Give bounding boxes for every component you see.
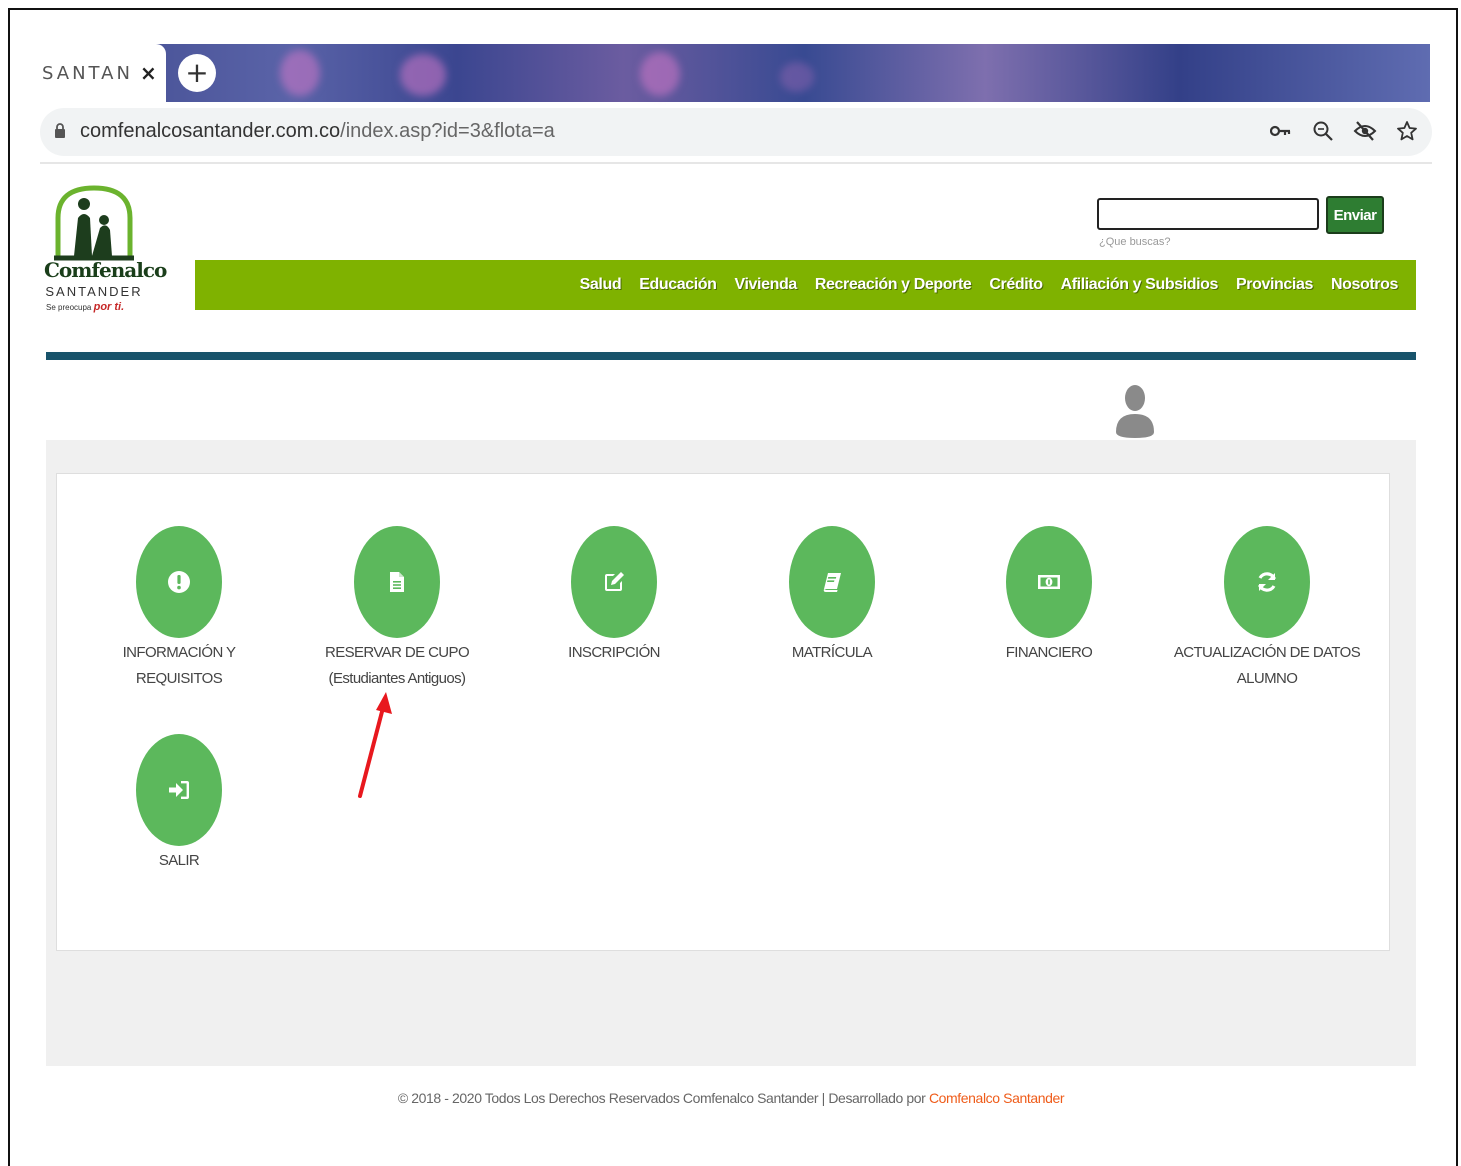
- search-submit-button[interactable]: Enviar: [1326, 196, 1384, 234]
- browser-tab-title: SANTANDER: [42, 62, 130, 84]
- menu-label-line1: ACTUALIZACIÓN DE DATOS: [1173, 644, 1361, 661]
- background-decoration: [280, 50, 320, 96]
- new-tab-button[interactable]: +: [178, 54, 216, 92]
- menu-label-line2: ALUMNO: [1236, 670, 1298, 687]
- menu-label-line1: SALIR: [158, 852, 200, 869]
- tracking-blocked-icon[interactable]: [1352, 118, 1378, 144]
- menu-item-reservar-cupo[interactable]: RESERVAR DE CUPO (Estudiantes Antiguos): [297, 526, 497, 692]
- background-decoration: [780, 62, 814, 92]
- header-divider: [46, 352, 1416, 360]
- logo-sub: SANTANDER: [45, 284, 143, 299]
- menu-item-icon-circle[interactable]: [136, 734, 222, 846]
- logo-tag-prefix: Se preocupa: [46, 303, 92, 312]
- menu-label-line1: INSCRIPCIÓN: [568, 644, 660, 661]
- nav-item-credito[interactable]: Crédito: [989, 276, 1043, 294]
- menu-item-label: INSCRIPCIÓN: [514, 640, 714, 666]
- search-hint: ¿Que buscas?: [1099, 236, 1171, 248]
- menu-item-label: RESERVAR DE CUPO (Estudiantes Antiguos): [297, 640, 497, 692]
- user-avatar-icon[interactable]: [1110, 380, 1160, 440]
- menu-label-line2: REQUISITOS: [135, 670, 223, 687]
- background-decoration: [640, 52, 680, 96]
- bookmark-star-icon[interactable]: [1394, 118, 1420, 144]
- menu-item-label: FINANCIERO: [949, 640, 1149, 666]
- sign-in-icon: [169, 781, 189, 799]
- nav-item-afiliacion-subsidios[interactable]: Afiliación y Subsidios: [1061, 276, 1219, 294]
- menu-item-icon-circle[interactable]: [354, 526, 440, 638]
- tab-close-icon[interactable]: ×: [140, 61, 157, 85]
- logo-text: Comfenalco SANTANDER Se preocupa por ti.: [44, 258, 167, 313]
- logo-name: Comfenalco: [44, 258, 167, 282]
- menu-item-informacion-requisitos[interactable]: INFORMACIÓN Y REQUISITOS: [79, 526, 279, 692]
- file-icon: [390, 572, 404, 592]
- book-icon: [823, 573, 841, 592]
- main-nav: Salud Educación Vivienda Recreación y De…: [195, 260, 1416, 310]
- nav-item-vivienda[interactable]: Vivienda: [735, 276, 798, 294]
- menu-item-label: INFORMACIÓN Y REQUISITOS: [79, 640, 279, 692]
- menu-item-icon-circle[interactable]: [789, 526, 875, 638]
- menu-label-line2: (Estudiantes Antiguos): [328, 670, 466, 687]
- menu-item-salir[interactable]: SALIR: [79, 734, 279, 874]
- menu-item-label: MATRÍCULA: [732, 640, 932, 666]
- browser-tab-active[interactable]: SANTANDER ×: [40, 44, 166, 102]
- logo-tagline: Se preocupa por ti.: [44, 301, 144, 313]
- url-path: /index.asp?id=3&flota=a: [340, 120, 555, 142]
- chrome-divider: [40, 162, 1432, 164]
- nav-item-educacion[interactable]: Educación: [639, 276, 717, 294]
- menu-item-icon-circle[interactable]: [136, 526, 222, 638]
- exclamation-icon: [168, 571, 190, 593]
- search-input[interactable]: [1097, 198, 1319, 230]
- menu-item-financiero[interactable]: FINANCIERO: [949, 526, 1149, 666]
- menu-item-matricula[interactable]: MATRÍCULA: [732, 526, 932, 666]
- nav-item-salud[interactable]: Salud: [580, 276, 622, 294]
- menu-label-line1: MATRÍCULA: [791, 644, 873, 661]
- zoom-icon[interactable]: [1310, 118, 1336, 144]
- menu-label-line1: INFORMACIÓN Y: [122, 644, 236, 661]
- browser-tabstrip: SANTANDER × +: [40, 44, 1430, 102]
- lock-icon[interactable]: [54, 123, 66, 138]
- menu-item-label: SALIR: [79, 848, 279, 874]
- footer-text: © 2018 - 2020 Todos Los Derechos Reserva…: [397, 1090, 929, 1106]
- url-text[interactable]: comfenalcosantander.com.co/index.asp?id=…: [80, 120, 555, 143]
- nav-item-nosotros[interactable]: Nosotros: [1331, 276, 1398, 294]
- menu-item-actualizacion-datos[interactable]: ACTUALIZACIÓN DE DATOS ALUMNO: [1167, 526, 1367, 692]
- menu-label-line1: RESERVAR DE CUPO: [324, 644, 470, 661]
- menu-item-icon-circle[interactable]: [571, 526, 657, 638]
- url-host: comfenalcosantander.com.co: [80, 120, 341, 142]
- background-decoration: [400, 54, 446, 96]
- refresh-icon: [1258, 572, 1276, 592]
- nav-item-recreacion-deporte[interactable]: Recreación y Deporte: [815, 276, 972, 294]
- menu-item-icon-circle[interactable]: [1224, 526, 1310, 638]
- menu-item-icon-circle[interactable]: [1006, 526, 1092, 638]
- logo-tag-red: por ti.: [93, 301, 125, 313]
- omnibox-actions: [1268, 118, 1420, 144]
- menu-label-line1: FINANCIERO: [1005, 644, 1093, 661]
- edit-icon: [605, 572, 624, 591]
- footer-brand-link[interactable]: Comfenalco Santander: [929, 1090, 1065, 1106]
- key-icon[interactable]: [1268, 118, 1294, 144]
- footer: © 2018 - 2020 Todos Los Derechos Reserva…: [46, 1090, 1416, 1106]
- money-icon: [1038, 575, 1060, 589]
- menu-item-inscripcion[interactable]: INSCRIPCIÓN: [514, 526, 714, 666]
- annotation-arrow-icon: [358, 692, 392, 798]
- address-bar[interactable]: comfenalcosantander.com.co/index.asp?id=…: [40, 108, 1432, 156]
- menu-item-label: ACTUALIZACIÓN DE DATOS ALUMNO: [1167, 640, 1367, 692]
- nav-item-provincias[interactable]: Provincias: [1236, 276, 1313, 294]
